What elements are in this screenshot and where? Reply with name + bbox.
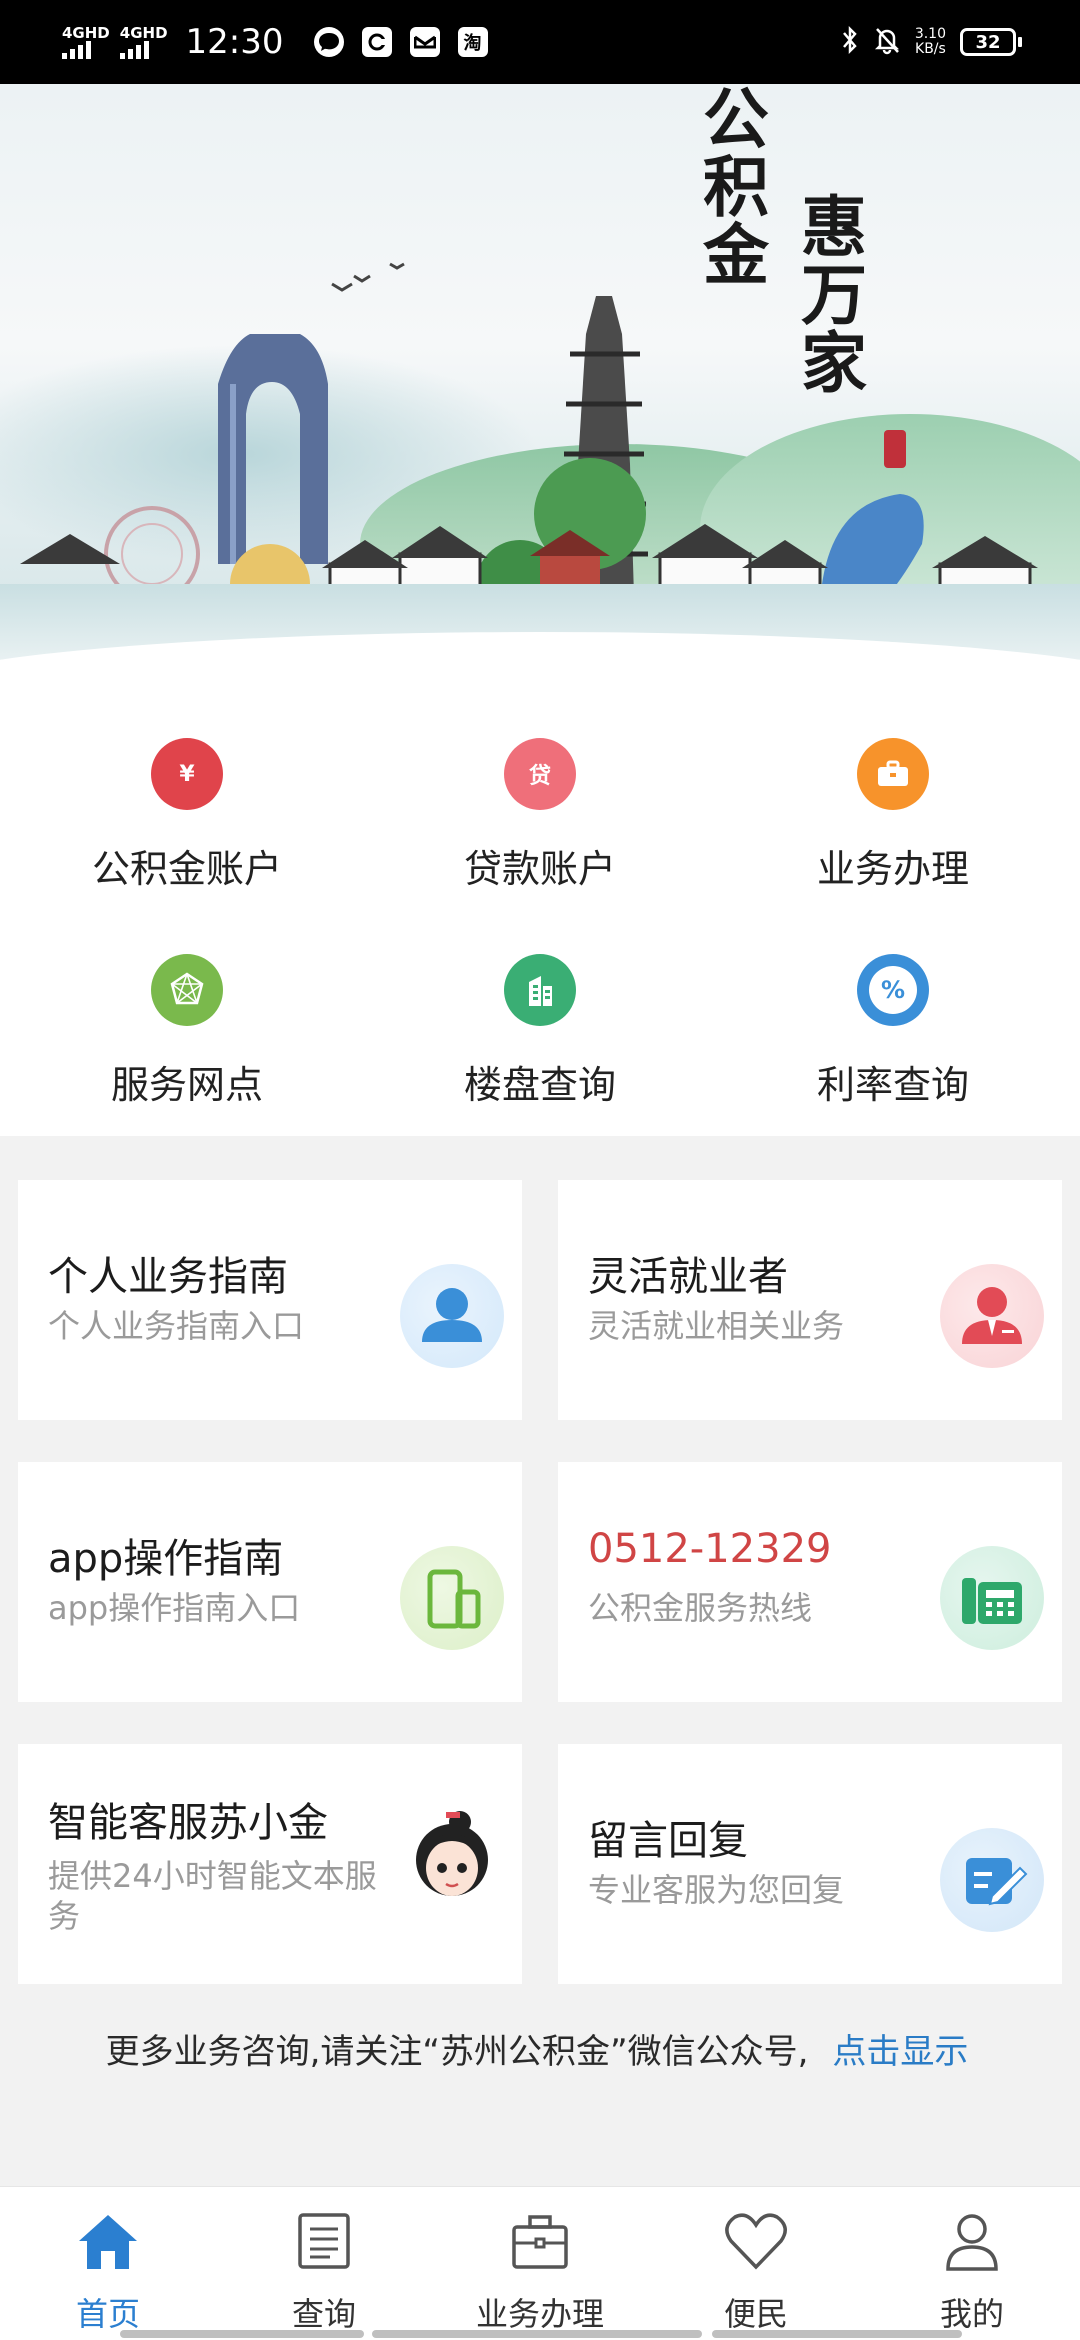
card-subtitle: app操作指南入口 [48, 1589, 301, 1627]
red-seal-stamp [884, 430, 906, 468]
grid-item-rate-query[interactable]: % 利率查询 [713, 954, 1073, 1134]
tab-query[interactable]: 查询 [216, 2187, 432, 2340]
tab-label: 业务办理 [475, 2295, 604, 2333]
grid-item-label: 楼盘查询 [463, 1063, 616, 1107]
signal-2: 4GHD [119, 23, 168, 59]
home-icon [75, 2211, 141, 2275]
person-icon [400, 1264, 504, 1368]
card-personal-guide[interactable]: 个人业务指南 个人业务指南入口 [18, 1180, 522, 1420]
network-icon [151, 954, 223, 1026]
function-grid: ¥ 公积金账户 贷 贷款账户 业务办理 服务网点 楼盘查询 % 利率查询 [0, 664, 1080, 1136]
tab-business[interactable]: 业务办理 [432, 2187, 648, 2340]
card-title: 灵活就业者 [588, 1254, 788, 1300]
briefcase-icon [857, 738, 929, 810]
grid-item-label: 公积金账户 [91, 847, 282, 891]
gesture-handle [712, 2330, 962, 2338]
card-flexible-employment[interactable]: 灵活就业者 灵活就业相关业务 [558, 1180, 1062, 1420]
card-hotline[interactable]: 0512-12329 公积金服务热线 [558, 1462, 1062, 1702]
tab-label: 查询 [291, 2295, 356, 2333]
battery-level: 32 [960, 28, 1016, 56]
tab-mine[interactable]: 我的 [864, 2187, 1080, 2340]
status-bar: 4GHD 4GHD 12:30 淘 3.10 KB/s 32 [0, 0, 1080, 84]
city-skyline-illustration [20, 262, 1038, 628]
wechat-follow-tip: 更多业务咨询,请关注“苏州公积金”微信公众号, 点击显示 [0, 2024, 1080, 2073]
document-icon [296, 2211, 352, 2275]
tab-home[interactable]: 首页 [0, 2187, 216, 2340]
taobao-icon: 淘 [457, 27, 488, 57]
worker-icon [940, 1264, 1044, 1368]
network-type-1: 4GHD [62, 23, 110, 42]
speed-unit: KB/s [915, 41, 946, 57]
tab-convenience[interactable]: 便民 [648, 2187, 864, 2340]
bluetooth-icon [841, 25, 859, 59]
grid-item-label: 贷款账户 [463, 847, 616, 891]
building-icon [504, 954, 576, 1026]
grid-item-label: 服务网点 [110, 1063, 263, 1107]
speed-value: 3.10 [914, 26, 946, 42]
card-smart-assistant[interactable]: 智能客服苏小金 提供24小时智能文本服务 [18, 1744, 522, 1984]
grid-item-provident-account[interactable]: ¥ 公积金账户 [7, 738, 367, 918]
briefcase-icon [510, 2211, 570, 2275]
card-subtitle: 个人业务指南入口 [48, 1307, 305, 1345]
network-type-2: 4GHD [119, 23, 168, 42]
card-title: 智能客服苏小金 [48, 1800, 328, 1846]
money-bag-icon: ¥ [151, 738, 223, 810]
bottom-tab-bar: 首页 查询 业务办理 便民 我的 [0, 2186, 1080, 2340]
gesture-handle [372, 2330, 702, 2338]
app-c-icon [361, 27, 392, 57]
hotline-number[interactable]: 0512-12329 [588, 1526, 831, 1572]
card-app-guide[interactable]: app操作指南 app操作指南入口 [18, 1462, 522, 1702]
heart-icon [723, 2211, 789, 2275]
percent-icon: % [857, 954, 929, 1026]
grid-item-service-outlets[interactable]: 服务网点 [7, 954, 367, 1134]
assistant-avatar-icon [400, 1808, 504, 1912]
gesture-handle [120, 2330, 364, 2338]
signal-bars-icon [62, 40, 91, 59]
hero-banner[interactable]: 公积金 惠万家 [0, 84, 1080, 664]
card-title: 个人业务指南 [48, 1254, 288, 1300]
show-link[interactable]: 点击显示 [832, 2032, 968, 2072]
mute-bell-icon [873, 25, 901, 59]
card-subtitle: 公积金服务热线 [588, 1589, 813, 1627]
telephone-icon [940, 1546, 1044, 1650]
battery-icon: 32 [960, 28, 1022, 56]
banner-slogan-left: 公积金 [692, 84, 770, 288]
mail-icon [409, 27, 440, 57]
grid-item-label: 利率查询 [816, 1063, 969, 1107]
card-title: app操作指南 [48, 1536, 284, 1582]
card-title: 留言回复 [588, 1818, 748, 1864]
tab-label: 便民 [723, 2295, 788, 2333]
grid-item-label: 业务办理 [816, 847, 969, 891]
tab-label: 首页 [75, 2295, 140, 2333]
signal-1: 4GHD [62, 23, 110, 59]
grid-item-business[interactable]: 业务办理 [713, 738, 1073, 918]
percent-glyph: % [869, 966, 917, 1014]
network-speed: 3.10 KB/s [915, 27, 946, 57]
user-icon [942, 2211, 1002, 2275]
chat-bubble-icon [313, 27, 344, 57]
loan-bag-icon: 贷 [504, 738, 576, 810]
tab-label: 我的 [939, 2295, 1004, 2333]
card-subtitle: 提供24小时智能文本服务 [48, 1857, 377, 1935]
clock: 12:30 [185, 22, 284, 62]
card-message-reply[interactable]: 留言回复 专业客服为您回复 [558, 1744, 1062, 1984]
edit-note-icon [940, 1828, 1044, 1932]
card-subtitle: 灵活就业相关业务 [588, 1307, 845, 1345]
follow-tip-text: 更多业务咨询,请关注“苏州公积金”微信公众号, [105, 2032, 809, 2072]
phone-devices-icon [400, 1546, 504, 1650]
grid-item-property-query[interactable]: 楼盘查询 [360, 954, 720, 1134]
grid-item-loan-account[interactable]: 贷 贷款账户 [360, 738, 720, 918]
card-subtitle: 专业客服为您回复 [588, 1871, 845, 1909]
signal-bars-icon [119, 40, 149, 59]
banner-slogan-right: 惠万家 [790, 192, 868, 396]
